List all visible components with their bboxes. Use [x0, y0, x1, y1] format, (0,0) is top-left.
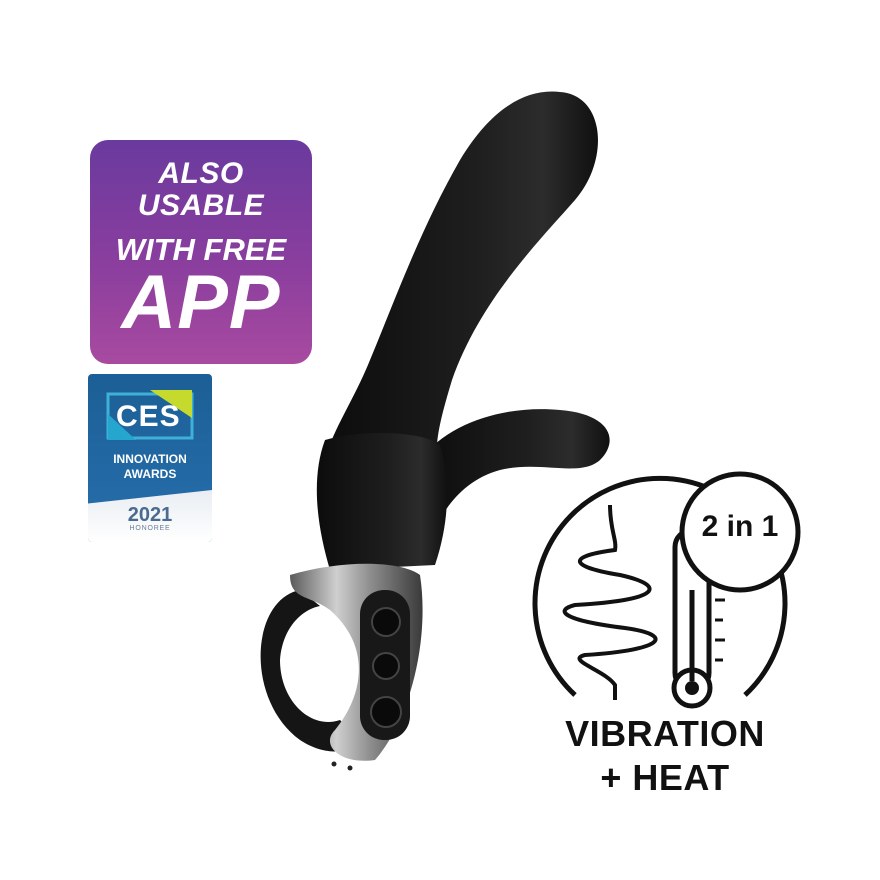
two-in-one-label: 2 in 1 — [701, 510, 779, 543]
heat-text: + HEAT — [600, 757, 730, 798]
vibration-text: VIBRATION — [565, 713, 765, 754]
vibration-heat-feature: 2 in 1 VIBRATION + HEAT — [515, 470, 815, 810]
vibration-heat-icon — [532, 471, 801, 709]
